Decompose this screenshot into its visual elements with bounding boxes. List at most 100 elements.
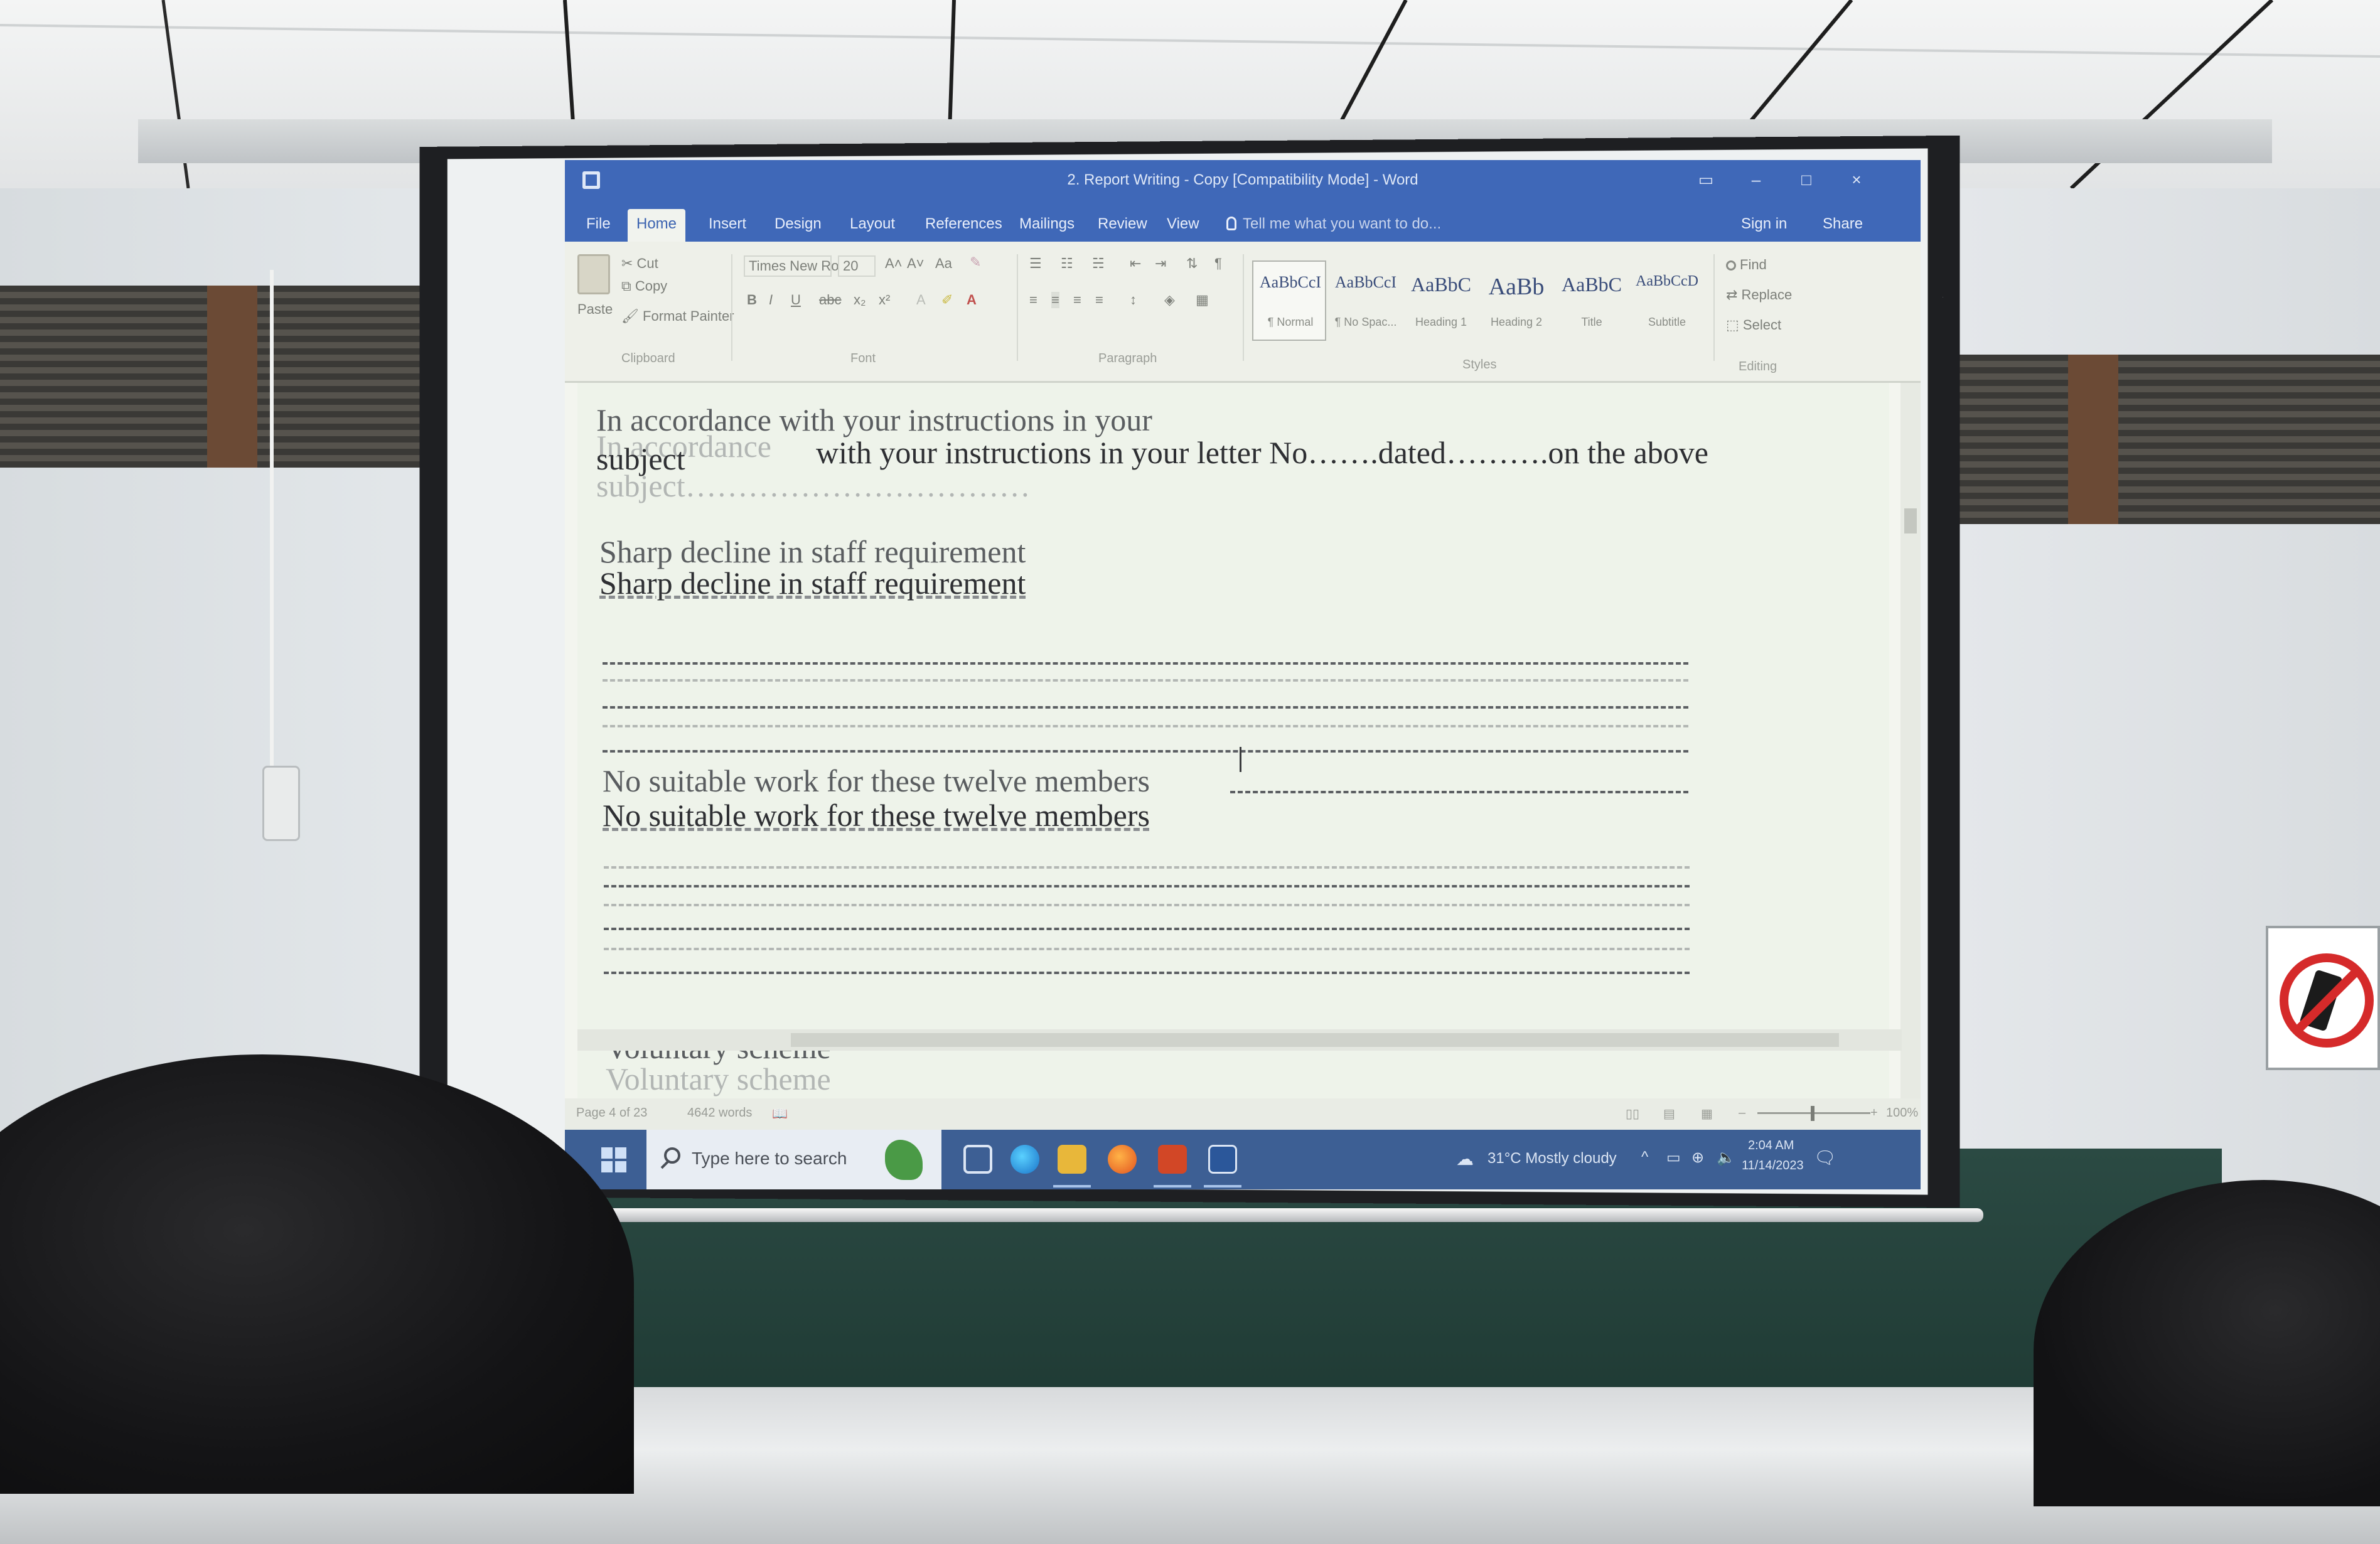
replace-button[interactable]: ⇄ Replace xyxy=(1726,287,1792,303)
zoom-out-icon[interactable]: – xyxy=(1739,1106,1745,1120)
powerpoint-icon[interactable] xyxy=(1158,1145,1187,1174)
underline-button[interactable]: U xyxy=(791,292,801,308)
firefox-icon[interactable] xyxy=(1108,1145,1137,1174)
font-size-select[interactable]: 20 xyxy=(838,255,876,277)
horizontal-scrollbar[interactable] xyxy=(577,1029,1902,1051)
grow-font-button[interactable]: A˄ xyxy=(885,255,903,272)
align-left-icon[interactable]: ≡ xyxy=(1029,292,1037,308)
tab-mailings[interactable]: Mailings xyxy=(1010,209,1083,242)
font-name-select[interactable]: Times New Ro xyxy=(744,255,839,277)
tab-layout[interactable]: Layout xyxy=(841,209,904,242)
scroll-thumb[interactable] xyxy=(791,1033,1839,1047)
dashed-rule xyxy=(603,679,1688,682)
page-count[interactable]: Page 4 of 23 xyxy=(576,1106,647,1120)
ribbon-home: Paste ✂ Cut ⧉ Copy 🖌 Format Painter Clip… xyxy=(565,242,1921,383)
no-phone-sign xyxy=(2266,926,2380,1070)
word-icon[interactable] xyxy=(1208,1145,1237,1174)
task-view-icon[interactable] xyxy=(963,1145,992,1174)
borders-icon[interactable]: ▦ xyxy=(1196,292,1209,308)
notifications-icon[interactable]: 🗨 xyxy=(1814,1147,1836,1168)
tab-file[interactable]: File xyxy=(577,209,619,242)
line-spacing-icon[interactable]: ↕ xyxy=(1130,292,1137,308)
network-icon[interactable]: ⊕ xyxy=(1691,1149,1704,1167)
clear-formatting-icon[interactable]: ✎ xyxy=(970,254,981,271)
tell-me-box[interactable]: Tell me what you want to do... xyxy=(1218,209,1450,242)
document-page[interactable]: In accordance with your instructions in … xyxy=(577,383,1889,1098)
style-no-spacing[interactable]: AaBbCcI ¶ No Spac... xyxy=(1327,260,1402,341)
show-marks-button[interactable]: ¶ xyxy=(1214,255,1222,272)
wall-cable xyxy=(270,270,295,772)
tab-references[interactable]: References xyxy=(916,209,1011,242)
strikethrough-button[interactable]: abc xyxy=(819,292,841,308)
tab-insert[interactable]: Insert xyxy=(700,209,755,242)
zoom-slider-thumb[interactable] xyxy=(1811,1106,1814,1121)
taskbar-search-box[interactable]: Type here to search xyxy=(646,1130,941,1189)
proofing-icon[interactable]: 📖 xyxy=(772,1106,788,1122)
italic-button[interactable]: I xyxy=(769,292,773,308)
bullets-icon[interactable]: ☰ xyxy=(1029,255,1042,272)
sign-in-link[interactable]: Sign in xyxy=(1732,209,1796,242)
justify-icon[interactable]: ≡ xyxy=(1095,292,1103,308)
web-layout-icon[interactable]: ▦ xyxy=(1701,1106,1713,1122)
copy-button[interactable]: ⧉ Copy xyxy=(621,278,667,294)
tab-home[interactable]: Home xyxy=(628,209,686,242)
superscript-button[interactable]: x² xyxy=(879,292,890,308)
windows-start-icon[interactable] xyxy=(601,1147,626,1172)
share-button[interactable]: Share xyxy=(1814,209,1872,242)
font-color-icon[interactable]: A xyxy=(967,292,977,308)
clock-time[interactable]: 2:04 AM xyxy=(1748,1139,1794,1153)
weather-icon[interactable]: ☁ xyxy=(1456,1149,1474,1169)
bold-button[interactable]: B xyxy=(747,292,757,308)
paste-icon[interactable] xyxy=(577,254,610,294)
word-count[interactable]: 4642 words xyxy=(687,1106,752,1120)
align-center-icon[interactable]: ≡ xyxy=(1051,292,1059,308)
sort-icon[interactable]: ⇅ xyxy=(1186,255,1198,272)
scroll-thumb[interactable] xyxy=(1904,508,1917,533)
clock-date[interactable]: 11/14/2023 xyxy=(1742,1159,1804,1173)
change-case-button[interactable]: Aa xyxy=(935,255,952,272)
edge-browser-icon[interactable] xyxy=(1010,1145,1039,1174)
align-right-icon[interactable]: ≡ xyxy=(1073,292,1081,308)
style-heading-1[interactable]: AaBbC Heading 1 xyxy=(1403,260,1477,341)
highlight-icon[interactable]: ✐ xyxy=(941,292,953,308)
save-icon[interactable] xyxy=(582,171,600,189)
read-mode-icon[interactable]: ▯▯ xyxy=(1626,1106,1639,1122)
tab-view[interactable]: View xyxy=(1158,209,1208,242)
tab-design[interactable]: Design xyxy=(766,209,830,242)
style-subtitle[interactable]: AaBbCcD Subtitle xyxy=(1629,260,1703,341)
subscript-button[interactable]: x₂ xyxy=(854,292,866,308)
minimize-icon[interactable]: – xyxy=(1745,170,1767,189)
shading-icon[interactable]: ◈ xyxy=(1164,292,1175,308)
volume-icon[interactable]: 🔈 xyxy=(1717,1149,1735,1167)
print-layout-icon[interactable]: ▤ xyxy=(1663,1106,1675,1122)
weather-text[interactable]: 31°C Mostly cloudy xyxy=(1488,1150,1617,1167)
ribbon-display-icon[interactable]: ▭ xyxy=(1695,170,1717,189)
zoom-in-icon[interactable]: + xyxy=(1870,1106,1878,1120)
increase-indent-icon[interactable]: ⇥ xyxy=(1155,255,1166,272)
numbering-icon[interactable]: ☷ xyxy=(1061,255,1073,272)
chevron-up-icon[interactable]: ^ xyxy=(1641,1149,1648,1166)
style-title[interactable]: AaBbC Title xyxy=(1553,260,1627,341)
status-bar: Page 4 of 23 4642 words 📖 ▯▯ ▤ ▦ – + 100… xyxy=(565,1098,1921,1130)
decrease-indent-icon[interactable]: ⇤ xyxy=(1130,255,1141,272)
heading-4-ghost: Voluntary scheme xyxy=(606,1061,831,1096)
style-normal[interactable]: AaBbCcI ¶ Normal xyxy=(1252,260,1326,341)
style-heading-2[interactable]: AaBb Heading 2 xyxy=(1478,260,1552,341)
zoom-level[interactable]: 100% xyxy=(1886,1106,1918,1120)
find-button[interactable]: Find xyxy=(1726,257,1767,273)
shrink-font-button[interactable]: A˅ xyxy=(907,255,925,272)
cut-button[interactable]: ✂ Cut xyxy=(621,255,658,272)
select-button[interactable]: ⬚ Select xyxy=(1726,317,1781,333)
search-highlight-dragon-icon xyxy=(885,1140,923,1180)
file-explorer-icon[interactable] xyxy=(1058,1145,1086,1174)
format-painter-button[interactable]: 🖌 Format Painter xyxy=(621,308,734,324)
brush-icon: 🖌 xyxy=(621,308,643,324)
multilevel-list-icon[interactable]: ☵ xyxy=(1092,255,1105,272)
close-icon[interactable]: × xyxy=(1845,170,1868,189)
vertical-scrollbar[interactable] xyxy=(1900,383,1921,1098)
battery-icon[interactable]: ▭ xyxy=(1666,1149,1681,1167)
text-effects-icon[interactable]: A xyxy=(916,292,926,308)
paste-button[interactable]: Paste xyxy=(577,301,613,318)
maximize-icon[interactable]: □ xyxy=(1795,170,1818,189)
tab-review[interactable]: Review xyxy=(1089,209,1156,242)
